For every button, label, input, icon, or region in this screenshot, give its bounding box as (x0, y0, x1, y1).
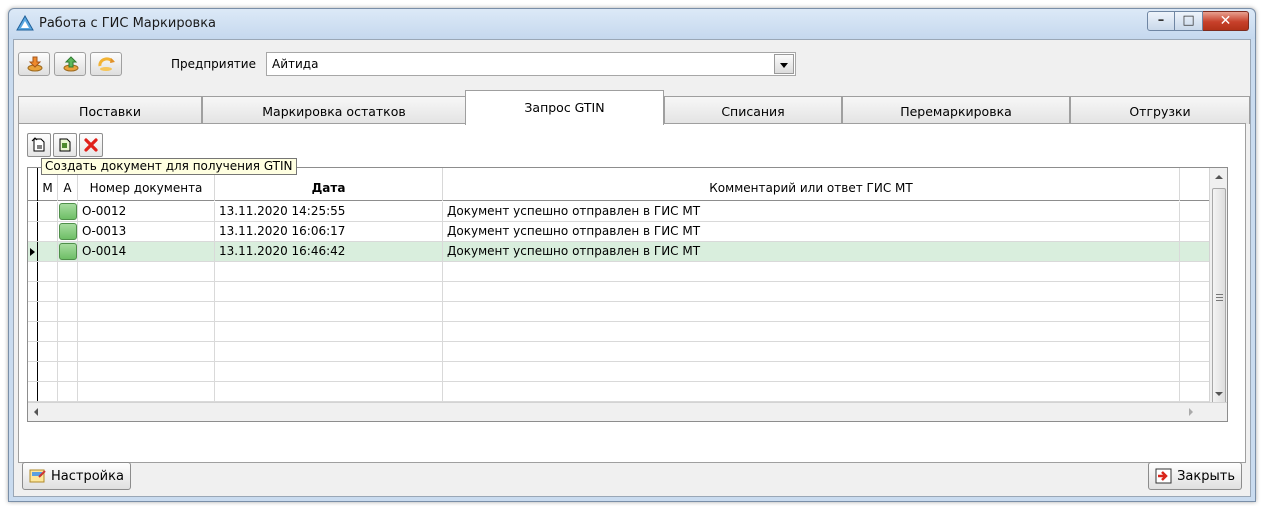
tab-deliveries[interactable]: Поставки (18, 96, 202, 124)
window-title: Работа с ГИС Маркировка (39, 16, 217, 31)
tab-bar: Поставки Маркировка остатков Запрос GTIN… (18, 90, 1250, 125)
delete-document-button[interactable] (79, 133, 103, 157)
download-button[interactable] (18, 52, 50, 76)
row-indicator (28, 222, 38, 241)
column-header-label: Комментарий или ответ ГИС МТ (709, 181, 913, 195)
cell-comment: Документ успешно отправлен в ГИС МТ (443, 222, 1180, 241)
cell-comment: Документ успешно отправлен в ГИС МТ (443, 242, 1180, 261)
gtin-request-panel: Создать документ для получения GTIN М А … (18, 123, 1246, 463)
edit-document-button[interactable] (53, 133, 77, 157)
cell-m (38, 242, 58, 261)
cell-m (38, 202, 58, 221)
window-content: Предприятие Айтида Поставки Маркировка о… (13, 39, 1251, 497)
empty-row (28, 282, 1227, 302)
new-document-button[interactable] (27, 133, 51, 157)
cell-comment: Документ успешно отправлен в ГИС МТ (443, 202, 1180, 221)
status-ok-icon (59, 203, 77, 220)
cell-m (38, 222, 58, 241)
scroll-down-icon[interactable] (1215, 392, 1223, 396)
empty-row (28, 262, 1227, 282)
status-ok-icon (59, 223, 77, 240)
cell-number: О-0014 (78, 242, 215, 261)
column-header-label: М (42, 181, 53, 195)
refresh-icon (98, 57, 115, 71)
tooltip: Создать документ для получения GTIN (41, 158, 297, 175)
minimize-button[interactable]: – (1147, 11, 1175, 31)
empty-row (28, 302, 1227, 322)
maximize-icon: □ (1182, 13, 1195, 28)
scroll-left-icon[interactable] (34, 408, 38, 416)
column-header-label: Дата (311, 181, 346, 195)
tab-label: Маркировка остатков (262, 104, 406, 119)
column-header-comment[interactable]: Комментарий или ответ ГИС МТ (443, 168, 1180, 201)
app-icon (16, 15, 34, 31)
vertical-scrollbar[interactable] (1209, 168, 1227, 408)
close-window-button[interactable]: ✕ (1203, 11, 1249, 31)
tab-label: Отгрузки (1129, 104, 1191, 119)
refresh-button[interactable] (90, 52, 122, 76)
tab-remarking[interactable]: Перемаркировка (842, 96, 1070, 124)
enterprise-select[interactable]: Айтида (266, 52, 796, 76)
current-row-icon (30, 248, 35, 256)
cell-number: О-0012 (78, 202, 215, 221)
table-row[interactable]: О-0012 13.11.2020 14:25:55 Документ успе… (28, 202, 1227, 222)
scrollbar-thumb[interactable] (1212, 188, 1226, 408)
tab-gtin-request[interactable]: Запрос GTIN (465, 90, 664, 125)
chevron-down-icon[interactable] (774, 54, 794, 74)
main-window: Работа с ГИС Маркировка – □ ✕ Предприяти… (8, 8, 1256, 502)
status-ok-icon (59, 243, 77, 260)
upload-button[interactable] (54, 52, 86, 76)
empty-row (28, 322, 1227, 342)
horizontal-scrollbar[interactable] (28, 402, 1227, 421)
table-row-selected[interactable]: О-0014 13.11.2020 16:46:42 Документ успе… (28, 242, 1227, 262)
cell-a (58, 222, 78, 241)
tab-label: Запрос GTIN (524, 100, 605, 115)
enterprise-label: Предприятие (171, 57, 256, 71)
scroll-up-icon[interactable] (1215, 175, 1223, 179)
tab-label: Перемаркировка (900, 104, 1012, 119)
delete-icon (84, 138, 98, 152)
row-indicator (28, 242, 38, 261)
scroll-right-icon[interactable] (1189, 408, 1193, 416)
close-label: Закрыть (1177, 469, 1235, 484)
table-body: О-0012 13.11.2020 14:25:55 Документ успе… (28, 202, 1227, 421)
indicator-header (28, 168, 38, 201)
title-bar[interactable]: Работа с ГИС Маркировка – □ ✕ (9, 9, 1255, 39)
cell-date: 13.11.2020 14:25:55 (215, 202, 443, 221)
table-row[interactable]: О-0013 13.11.2020 16:06:17 Документ успе… (28, 222, 1227, 242)
column-header-label: Номер документа (89, 181, 203, 195)
minimize-icon: – (1157, 13, 1165, 28)
close-icon: ✕ (1219, 13, 1232, 29)
edit-document-icon (59, 138, 71, 152)
download-icon (27, 56, 43, 72)
cell-date: 13.11.2020 16:46:42 (215, 242, 443, 261)
empty-row (28, 342, 1227, 362)
documents-table[interactable]: М А Номер документа Дата Комментарий или… (27, 167, 1228, 422)
column-header-label: А (63, 181, 72, 195)
new-document-icon (31, 137, 45, 152)
tab-stock-marking[interactable]: Маркировка остатков (202, 96, 466, 124)
close-button[interactable]: Закрыть (1148, 462, 1242, 490)
tab-write-offs[interactable]: Списания (664, 96, 842, 124)
cell-a (58, 242, 78, 261)
settings-label: Настройка (51, 469, 124, 484)
tab-shipments[interactable]: Отгрузки (1070, 96, 1250, 124)
enterprise-value: Айтида (272, 57, 319, 71)
empty-row (28, 382, 1227, 402)
cell-a (58, 202, 78, 221)
empty-row (28, 362, 1227, 382)
tab-label: Списания (721, 104, 785, 119)
exit-icon (1155, 468, 1172, 484)
row-indicator (28, 202, 38, 221)
settings-icon (29, 469, 46, 483)
cell-number: О-0013 (78, 222, 215, 241)
cell-date: 13.11.2020 16:06:17 (215, 222, 443, 241)
settings-button[interactable]: Настройка (22, 462, 131, 490)
upload-icon (63, 56, 79, 72)
tab-label: Поставки (79, 104, 141, 119)
maximize-button[interactable]: □ (1175, 11, 1203, 31)
